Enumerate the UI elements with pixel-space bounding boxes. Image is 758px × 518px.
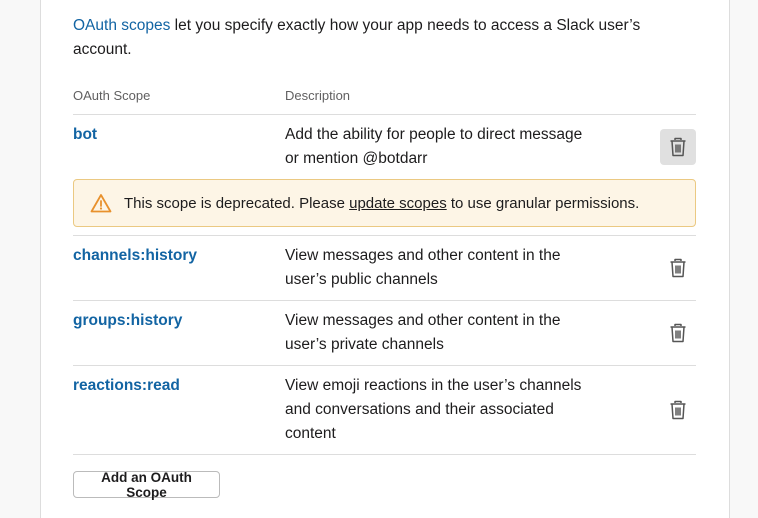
description-line: or mention @botdarr: [285, 150, 428, 167]
divider: [73, 300, 696, 301]
description-line: content: [285, 425, 336, 442]
description-line: and conversations and their associated: [285, 401, 554, 418]
scope-description: View messages and other content in the u…: [285, 309, 605, 357]
scope-description: View emoji reactions in the user’s chann…: [285, 374, 605, 446]
add-oauth-scope-button[interactable]: Add an OAuth Scope: [73, 470, 220, 500]
divider: [73, 114, 696, 115]
divider: [73, 454, 696, 455]
delete-scope-button[interactable]: [660, 315, 696, 351]
scope-name: reactions:read: [73, 377, 180, 394]
description-line: View messages and other content in the: [285, 247, 561, 264]
scope-name: bot: [73, 126, 98, 143]
description-line: user’s public channels: [285, 271, 438, 288]
trash-icon: [670, 323, 686, 343]
intro-text: OAuth scopes let you specify exactly how…: [73, 14, 673, 62]
scope-name: groups:history: [73, 312, 183, 329]
divider: [73, 365, 696, 366]
description-line: Add the ability for people to direct mes…: [285, 126, 583, 143]
trash-icon: [670, 258, 686, 278]
warning-icon: [90, 193, 112, 213]
divider: [73, 235, 696, 236]
column-header-scope: OAuth Scope: [73, 88, 151, 103]
scope-name: channels:history: [73, 247, 198, 264]
scope-description: Add the ability for people to direct mes…: [285, 123, 605, 171]
trash-icon: [670, 400, 686, 420]
description-line: View emoji reactions in the user’s chann…: [285, 377, 582, 394]
description-line: View messages and other content in the: [285, 312, 561, 329]
warning-text: This scope is deprecated. Please update …: [124, 194, 640, 212]
description-line: user’s private channels: [285, 336, 444, 353]
delete-scope-button[interactable]: [660, 392, 696, 428]
delete-scope-button[interactable]: [660, 250, 696, 286]
update-scopes-link[interactable]: update scopes: [349, 195, 447, 212]
oauth-scopes-link[interactable]: OAuth scopes: [73, 17, 170, 34]
delete-scope-button[interactable]: [660, 129, 696, 165]
scope-description: View messages and other content in the u…: [285, 244, 605, 292]
column-header-description: Description: [285, 88, 351, 103]
trash-icon: [670, 137, 686, 157]
deprecation-warning: This scope is deprecated. Please update …: [73, 179, 696, 227]
